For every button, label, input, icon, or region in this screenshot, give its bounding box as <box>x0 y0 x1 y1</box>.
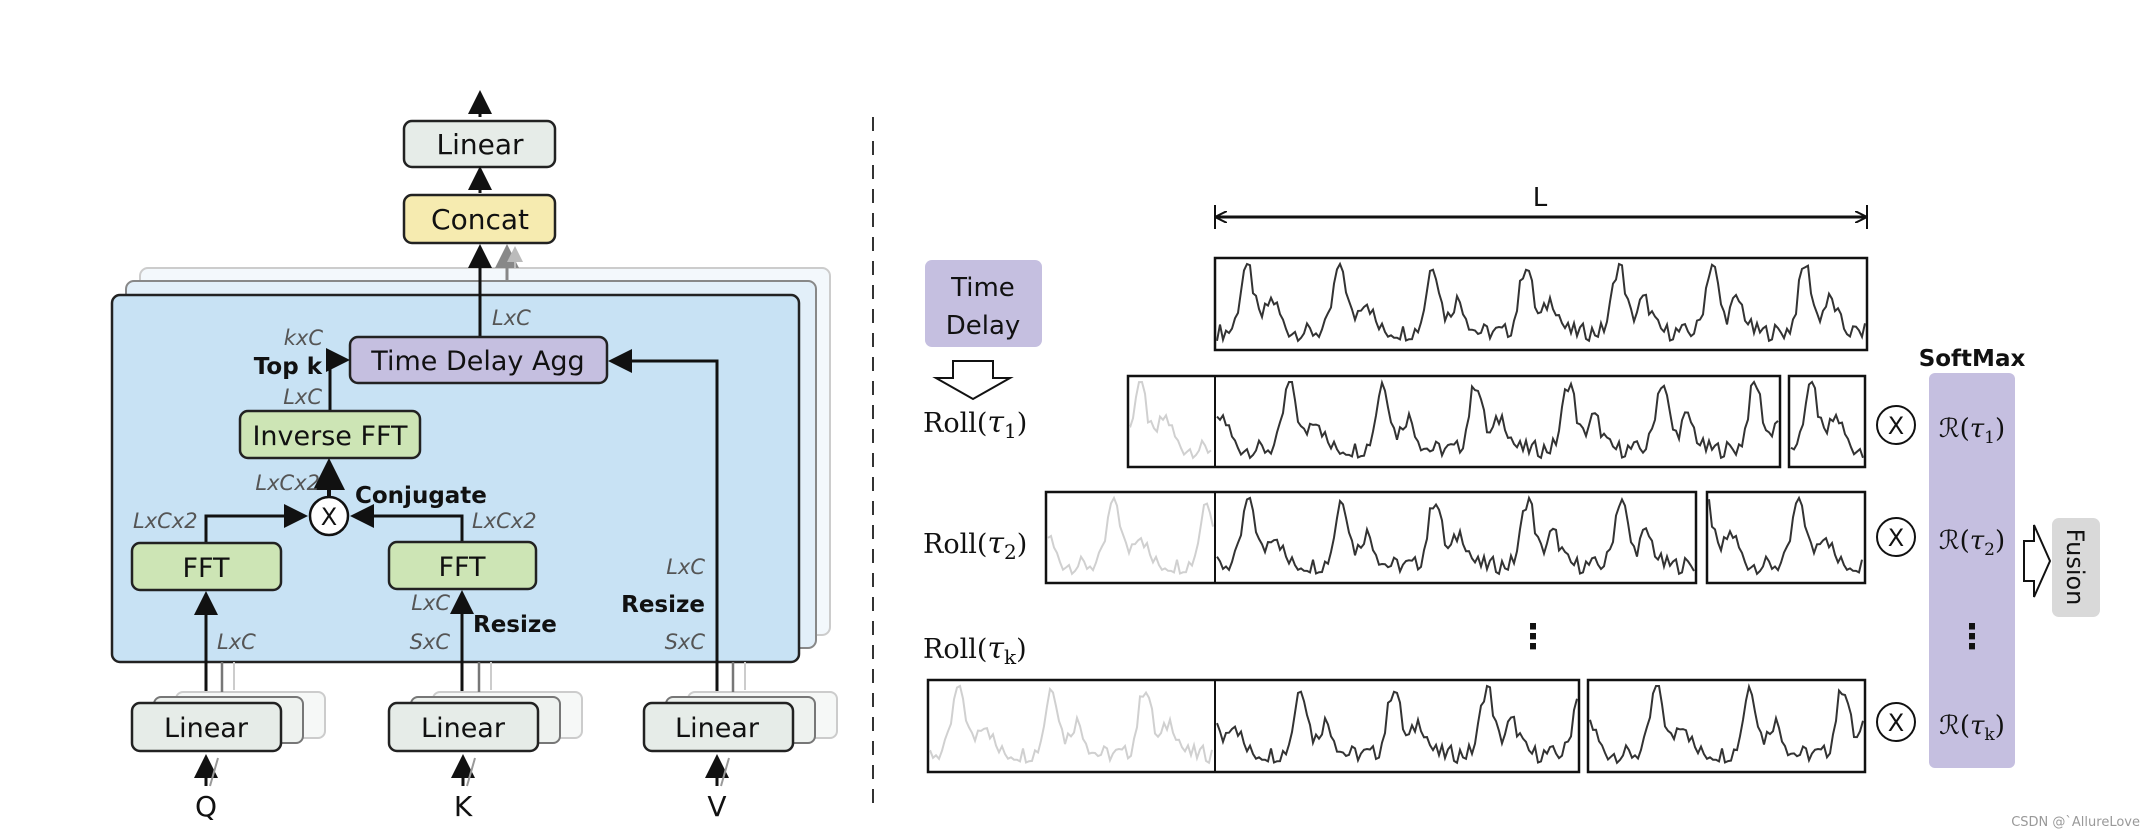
fft-k-label: FFT <box>438 552 486 583</box>
roll-3-label: Roll(τk) <box>923 631 1027 669</box>
roll-2-tail-series <box>1708 495 1863 576</box>
linear-k-label: Linear <box>421 713 506 744</box>
k-resized-dim: LxC <box>411 591 450 615</box>
time-delay-line2: Delay <box>946 311 1021 341</box>
roll-1-label: Roll(τ1) <box>923 405 1027 443</box>
v-resized-dim: LxC <box>666 555 705 579</box>
roll-3-label-sym: τ <box>987 631 1004 666</box>
time-delay-agg-label: Time Delay Agg <box>370 346 584 377</box>
weight-3-suffix: ) <box>1995 711 2005 741</box>
watermark: CSDN @`AllureLove <box>2011 815 2140 830</box>
roll-2-tail-box <box>1705 490 1867 585</box>
inverse-fft-label: Inverse FFT <box>252 421 408 452</box>
v-resize-label: Resize <box>621 592 705 618</box>
roll-2-shifted-series <box>1047 495 1214 576</box>
k-resize-label: Resize <box>473 612 557 638</box>
weight-2-label: ℛ(τ2) <box>1939 526 2005 560</box>
linear-q-label: Linear <box>164 713 249 744</box>
roll-1-label-suffix: ) <box>1017 408 1028 439</box>
weight-2-sym: τ <box>1970 526 1985 556</box>
roll-2-main-series <box>1216 495 1695 576</box>
topk-dim: kxC <box>284 326 324 350</box>
linear-v-label: Linear <box>675 713 760 744</box>
input-q: Q <box>195 790 217 823</box>
original-series <box>1216 261 1866 344</box>
roll-3-multiply-symbol: X <box>1888 709 1904 737</box>
roll-3-shifted-series <box>929 684 1213 765</box>
roll-2-multiply-symbol: X <box>1888 524 1904 552</box>
weight-2-suffix: ) <box>1995 526 2005 556</box>
roll-1-label-sub: 1 <box>1004 419 1017 443</box>
roll-1-main-series <box>1216 379 1779 460</box>
v-in-dim: SxC <box>665 630 706 654</box>
weight-2-prefix: ℛ( <box>1939 526 1970 556</box>
roll-3-label-sub: k <box>1004 645 1017 669</box>
multiply-symbol: X <box>321 503 337 531</box>
roll-1-shifted-series <box>1129 380 1212 460</box>
k-in-dim: SxC <box>410 630 451 654</box>
rows-ellipsis: ⋮ <box>1516 617 1550 657</box>
weight-1-prefix: ℛ( <box>1939 414 1970 444</box>
time-delay-line1: Time <box>950 273 1015 303</box>
weight-1-label: ℛ(τ1) <box>1939 414 2005 448</box>
roll-1-label-prefix: Roll( <box>923 408 987 439</box>
ifft-out-dim: LxC <box>283 385 322 409</box>
fft-q-label: FFT <box>182 553 230 584</box>
fusion-hollow-arrow <box>2023 524 2052 598</box>
top-k-label: Top k <box>254 354 323 380</box>
roll-2-label-sym: τ <box>987 526 1004 561</box>
autocorrelation-diagram: Linear Concat LxC Time Delay Agg kxC Top… <box>110 90 2140 830</box>
input-q-arrow-2 <box>209 757 219 787</box>
roll-1-tail-series <box>1790 380 1864 459</box>
roll-2-label-suffix: ) <box>1017 529 1028 560</box>
autocorrelation-block: Linear Concat LxC Time Delay Agg kxC Top… <box>110 90 838 823</box>
down-hollow-arrow <box>932 360 1014 401</box>
weight-3-label: ℛ(τk) <box>1939 711 2005 745</box>
roll-2-label: Roll(τ2) <box>923 526 1027 564</box>
weight-1-sym: τ <box>1970 414 1985 444</box>
weight-2-sub: 2 <box>1984 540 1995 560</box>
roll-3-tail-series <box>1589 683 1864 765</box>
fft-q-out-dim: LxCx2 <box>133 509 198 533</box>
softmax-label: SoftMax <box>1919 346 2026 372</box>
agg-out-dim: LxC <box>492 306 531 330</box>
fusion-label: Fusion <box>2061 529 2089 606</box>
weight-3-sym: τ <box>1970 711 1985 741</box>
weight-1-suffix: ) <box>1995 414 2005 444</box>
roll-3-tail-box <box>1586 678 1867 774</box>
length-label: L <box>1533 183 1548 213</box>
mult-out-dim: LxCx2 <box>255 471 320 495</box>
input-v: V <box>707 790 726 823</box>
output-linear-label: Linear <box>436 128 524 161</box>
time-delay-aggregation: L Time Delay Roll(τ1)Roll(τ2)Roll(τk) XX… <box>923 183 2100 774</box>
roll-2-label-prefix: Roll( <box>923 529 987 560</box>
roll-2-label-sub: 2 <box>1004 540 1017 564</box>
weight-3-prefix: ℛ( <box>1939 711 1970 741</box>
roll-3-label-suffix: ) <box>1016 634 1027 665</box>
input-k-arrow-2 <box>466 757 476 787</box>
concat-label: Concat <box>431 203 529 236</box>
roll-1-label-sym: τ <box>987 405 1004 440</box>
roll-3-main-series <box>1216 684 1578 765</box>
roll-3-label-prefix: Roll( <box>923 634 987 665</box>
fft-k-out-dim: LxCx2 <box>472 509 537 533</box>
input-v-arrow-2 <box>720 757 730 787</box>
input-k: K <box>454 790 473 823</box>
q-in-dim: LxC <box>217 630 256 654</box>
weight-1-sub: 1 <box>1984 428 1995 448</box>
conjugate-label: Conjugate <box>355 483 487 509</box>
roll-1-multiply-symbol: X <box>1888 412 1904 440</box>
weights-ellipsis: ⋮ <box>1955 617 1989 657</box>
